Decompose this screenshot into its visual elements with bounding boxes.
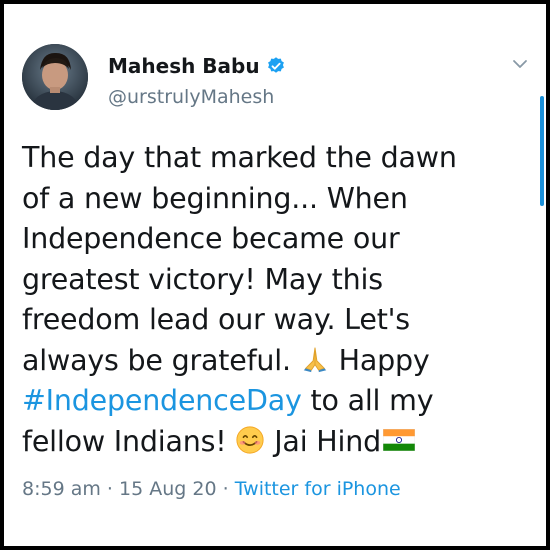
tweet-line-text: Jai Hind xyxy=(274,424,381,458)
tweet-line: The day that marked the dawn xyxy=(22,141,457,174)
tweet-line: of a new beginning... When xyxy=(22,181,408,215)
chevron-down-icon[interactable] xyxy=(510,54,530,74)
tweet-line: fellow Indians! Jai Hind xyxy=(22,422,530,463)
smiling-face-icon xyxy=(236,425,264,454)
author-row: Mahesh Babu xyxy=(108,54,286,78)
scrollbar[interactable] xyxy=(540,96,544,206)
tweet-line-text: always be grateful. xyxy=(22,343,291,377)
tweet-line: always be grateful. Happy xyxy=(22,341,530,382)
tweet-line-text: fellow Indians! xyxy=(22,424,227,458)
tweet-meta: 8:59 am · 15 Aug 20 · Twitter for iPhone xyxy=(22,478,401,500)
meta-separator: · xyxy=(222,478,229,500)
tweet-time[interactable]: 8:59 am xyxy=(22,478,101,500)
verified-badge-icon xyxy=(267,57,284,73)
tweet-text: The day that marked the dawn of a new be… xyxy=(22,138,530,462)
avatar[interactable] xyxy=(22,44,88,110)
author-name[interactable]: Mahesh Babu xyxy=(108,54,260,78)
tweet-line: Independence became our xyxy=(22,222,400,255)
avatar-image xyxy=(22,44,88,110)
tweet-card: Mahesh Babu @urstrulyMahesh The day that… xyxy=(4,4,546,546)
folded-hands-icon xyxy=(303,347,326,372)
happy-text: Happy xyxy=(338,343,430,377)
india-flag-icon xyxy=(382,428,415,451)
author-handle[interactable]: @urstrulyMahesh xyxy=(108,86,274,108)
tweet-date[interactable]: 15 Aug 20 xyxy=(119,478,217,500)
tweet-line: #IndependenceDay to all my xyxy=(22,381,530,422)
tweet-line: greatest victory! May this xyxy=(22,262,383,296)
tweet-line-text: to all my xyxy=(310,384,434,417)
meta-separator: · xyxy=(106,478,113,500)
hashtag-link[interactable]: #IndependenceDay xyxy=(22,384,302,417)
tweet-line: freedom lead our way. Let's xyxy=(22,303,410,336)
tweet-source-link[interactable]: Twitter for iPhone xyxy=(235,478,401,500)
